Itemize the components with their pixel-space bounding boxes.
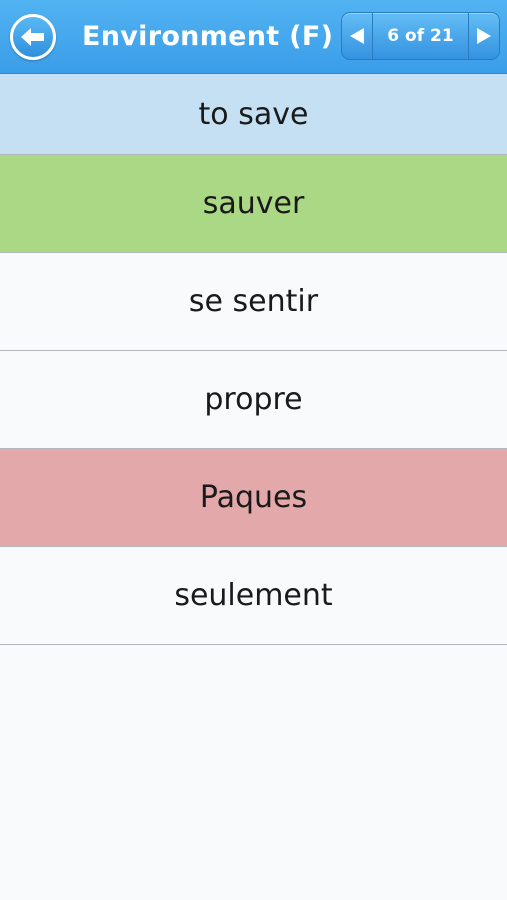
answer-option[interactable]: se sentir (0, 253, 507, 351)
previous-button[interactable] (342, 13, 373, 59)
answer-option[interactable]: seulement (0, 547, 507, 645)
answer-option-wrong[interactable]: Paques (0, 449, 507, 547)
page-title: Environment (F) (82, 21, 334, 52)
answer-option[interactable]: propre (0, 351, 507, 449)
prompt-word: to save (0, 74, 507, 155)
quiz-list: to save sauver se sentir propre Paques s… (0, 74, 507, 645)
answer-option-correct[interactable]: sauver (0, 155, 507, 253)
top-navigation-bar: Environment (F) 6 of 21 (0, 0, 507, 74)
back-arrow-icon (21, 28, 44, 46)
next-button[interactable] (468, 13, 499, 59)
triangle-right-icon (477, 28, 491, 44)
back-button[interactable] (10, 14, 56, 60)
page-counter: 6 of 21 (387, 26, 454, 46)
pagination-control: 6 of 21 (341, 12, 500, 60)
triangle-left-icon (350, 28, 364, 44)
